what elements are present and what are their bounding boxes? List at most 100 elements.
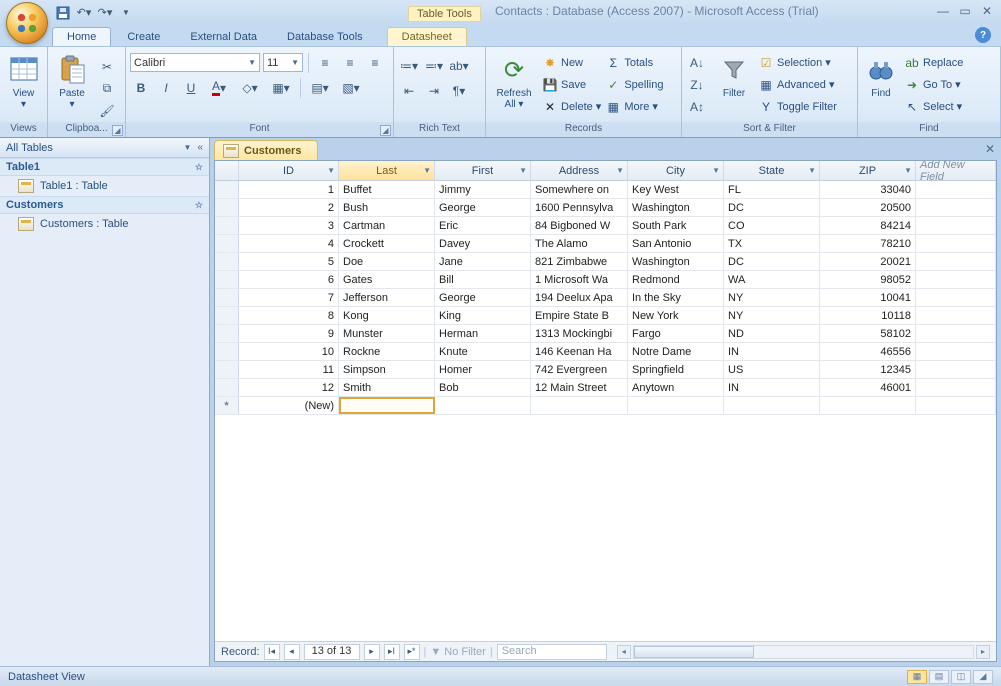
- cell-address[interactable]: 1 Microsoft Wa: [531, 271, 628, 288]
- filter-indicator[interactable]: ▼No Filter: [430, 646, 485, 658]
- cell-city[interactable]: San Antonio: [628, 235, 724, 252]
- cell-zip[interactable]: 46556: [820, 343, 916, 360]
- table-row[interactable]: 11 Simpson Homer 742 Evergreen Springfie…: [215, 361, 996, 379]
- cell-state[interactable]: [724, 397, 820, 414]
- delete-record-button[interactable]: ✕Delete ▾: [542, 96, 601, 117]
- undo-icon[interactable]: ↶▾: [75, 4, 93, 22]
- collapse-pane-icon[interactable]: «: [197, 142, 203, 153]
- table-row[interactable]: 9 Munster Herman 1313 Mockingbi Fargo ND…: [215, 325, 996, 343]
- cell-state[interactable]: CO: [724, 217, 820, 234]
- cell-id[interactable]: 3: [239, 217, 339, 234]
- chevron-down-icon[interactable]: ▼: [423, 166, 431, 175]
- cell-address[interactable]: 12 Main Street: [531, 379, 628, 396]
- row-selector[interactable]: [215, 181, 239, 198]
- table-row-new[interactable]: (New): [215, 397, 996, 415]
- view-button[interactable]: View▾: [4, 52, 43, 110]
- table-row[interactable]: 10 Rockne Knute 146 Keenan Ha Notre Dame…: [215, 343, 996, 361]
- cell-first[interactable]: Bob: [435, 379, 531, 396]
- first-record-button[interactable]: I◂: [264, 644, 280, 660]
- cell-addnew[interactable]: [916, 361, 996, 378]
- table-row[interactable]: 8 Kong King Empire State B New York NY 1…: [215, 307, 996, 325]
- row-selector[interactable]: [215, 379, 239, 396]
- cell-last[interactable]: Jefferson: [339, 289, 435, 306]
- cell-city[interactable]: Redmond: [628, 271, 724, 288]
- next-record-button[interactable]: ▸: [364, 644, 380, 660]
- cell-address[interactable]: 194 Deelux Apa: [531, 289, 628, 306]
- close-button[interactable]: ✕: [979, 4, 995, 18]
- fill-color-button[interactable]: ◇▾: [236, 77, 264, 98]
- table-row[interactable]: 7 Jefferson George 194 Deelux Apa In the…: [215, 289, 996, 307]
- cell-id[interactable]: 4: [239, 235, 339, 252]
- cell-first[interactable]: George: [435, 289, 531, 306]
- cell-address[interactable]: 821 Zimbabwe: [531, 253, 628, 270]
- help-button[interactable]: ?: [975, 27, 991, 43]
- numbering-button[interactable]: ≕▾: [423, 55, 445, 76]
- filter-button[interactable]: Filter: [714, 52, 754, 99]
- cell-zip[interactable]: [820, 397, 916, 414]
- cell-id-new[interactable]: (New): [239, 397, 339, 414]
- cell-addnew[interactable]: [916, 307, 996, 324]
- close-document-button[interactable]: ✕: [985, 142, 995, 156]
- scroll-track[interactable]: [633, 645, 974, 659]
- cell-last-editing[interactable]: [339, 397, 435, 414]
- cell-addnew[interactable]: [916, 217, 996, 234]
- table-row[interactable]: 2 Bush George 1600 Pennsylva Washington …: [215, 199, 996, 217]
- cell-last[interactable]: Smith: [339, 379, 435, 396]
- view-design-button[interactable]: ◢: [973, 670, 993, 684]
- cell-address[interactable]: 1600 Pennsylva: [531, 199, 628, 216]
- cell-state[interactable]: IN: [724, 379, 820, 396]
- bold-button[interactable]: B: [130, 77, 152, 98]
- cell-addnew[interactable]: [916, 289, 996, 306]
- cell-city[interactable]: New York: [628, 307, 724, 324]
- chevron-down-icon[interactable]: ▼: [712, 166, 720, 175]
- advanced-button[interactable]: ▦Advanced ▾: [758, 74, 837, 95]
- cell-address[interactable]: 146 Keenan Ha: [531, 343, 628, 360]
- cell-last[interactable]: Crockett: [339, 235, 435, 252]
- row-selector[interactable]: [215, 271, 239, 288]
- cell-state[interactable]: NY: [724, 289, 820, 306]
- cell-city[interactable]: Anytown: [628, 379, 724, 396]
- column-header-zip[interactable]: ZIP▼: [820, 161, 916, 180]
- paste-button[interactable]: Paste▾: [52, 52, 92, 110]
- cell-zip[interactable]: 20021: [820, 253, 916, 270]
- cell-last[interactable]: Doe: [339, 253, 435, 270]
- cell-addnew[interactable]: [916, 343, 996, 360]
- cell-id[interactable]: 1: [239, 181, 339, 198]
- new-record-nav-button[interactable]: ▸*: [404, 644, 420, 660]
- cell-first[interactable]: Bill: [435, 271, 531, 288]
- totals-button[interactable]: ΣTotals: [605, 52, 663, 73]
- sort-desc-button[interactable]: Z↓: [686, 74, 708, 95]
- cell-zip[interactable]: 12345: [820, 361, 916, 378]
- toggle-filter-button[interactable]: YToggle Filter: [758, 96, 837, 117]
- view-datasheet-button[interactable]: ▦: [907, 670, 927, 684]
- table-row[interactable]: 5 Doe Jane 821 Zimbabwe Washington DC 20…: [215, 253, 996, 271]
- clear-sort-button[interactable]: A↕: [686, 96, 708, 117]
- cell-id[interactable]: 12: [239, 379, 339, 396]
- scroll-thumb[interactable]: [634, 646, 754, 658]
- row-selector[interactable]: [215, 397, 239, 414]
- table-row[interactable]: 12 Smith Bob 12 Main Street Anytown IN 4…: [215, 379, 996, 397]
- table-row[interactable]: 3 Cartman Eric 84 Bigboned W South Park …: [215, 217, 996, 235]
- cell-last[interactable]: Munster: [339, 325, 435, 342]
- cell-last[interactable]: Rockne: [339, 343, 435, 360]
- document-tab-customers[interactable]: Customers: [214, 140, 318, 160]
- cell-state[interactable]: DC: [724, 199, 820, 216]
- cell-city[interactable]: Washington: [628, 253, 724, 270]
- column-header-state[interactable]: State▼: [724, 161, 820, 180]
- cell-addnew[interactable]: [916, 325, 996, 342]
- cell-address[interactable]: The Alamo: [531, 235, 628, 252]
- minimize-button[interactable]: —: [935, 4, 951, 18]
- row-selector[interactable]: [215, 199, 239, 216]
- column-header-address[interactable]: Address▼: [531, 161, 628, 180]
- cell-city[interactable]: Notre Dame: [628, 343, 724, 360]
- cell-city[interactable]: Fargo: [628, 325, 724, 342]
- font-size-combo[interactable]: 11▼: [263, 53, 303, 72]
- decrease-indent-button[interactable]: ⇤: [398, 80, 420, 101]
- tab-datasheet[interactable]: Datasheet: [387, 27, 467, 46]
- nav-item-table1[interactable]: Table1 : Table: [0, 176, 209, 196]
- cell-state[interactable]: ND: [724, 325, 820, 342]
- cell-city[interactable]: Key West: [628, 181, 724, 198]
- cell-city[interactable]: In the Sky: [628, 289, 724, 306]
- cell-zip[interactable]: 78210: [820, 235, 916, 252]
- sort-asc-button[interactable]: A↓: [686, 52, 708, 73]
